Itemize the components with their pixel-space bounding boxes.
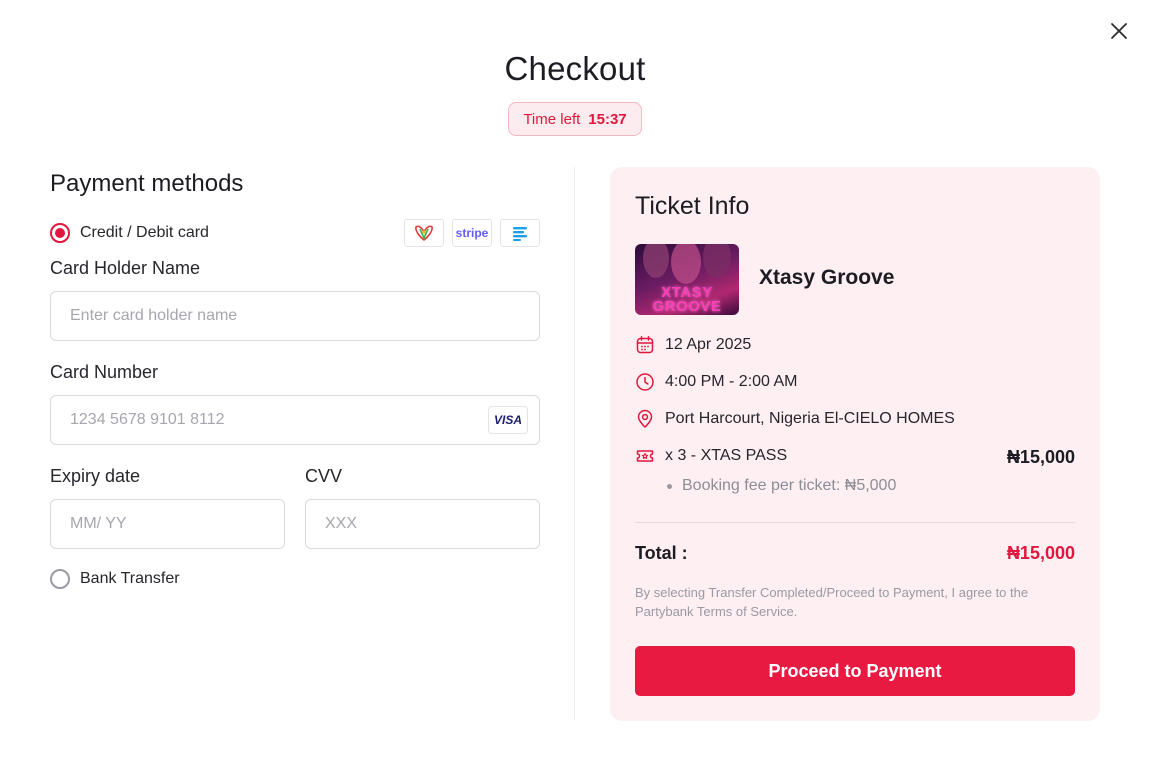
card-number-field[interactable]: VISA (50, 395, 540, 445)
ticket-price: ₦15,000 (1006, 447, 1075, 467)
total-divider (635, 522, 1075, 523)
time-left-label: Time left (523, 110, 581, 128)
paystack-logo (404, 219, 444, 247)
card-number-label: Card Number (50, 362, 159, 382)
stripe-logo: stripe (452, 219, 492, 247)
time-left-badge: Time left 15:37 (508, 102, 642, 136)
location-pin-icon (635, 409, 655, 429)
payment-methods-panel: Payment methods Credit / Debit card stri… (50, 167, 540, 589)
ticket-info-card: Ticket Info XTASY GROOVE Xtasy Groove 12… (610, 167, 1100, 721)
event-location-row: Port Harcourt, Nigeria El-CIELO HOMES (635, 407, 955, 431)
card-holder-field[interactable] (50, 291, 540, 341)
column-divider (574, 167, 575, 720)
card-number-input[interactable] (70, 411, 520, 429)
time-left-value: 15:37 (588, 110, 627, 128)
cvv-field[interactable] (305, 499, 540, 549)
event-date: 12 Apr 2025 (665, 336, 752, 353)
bank-transfer-label: Bank Transfer (80, 570, 180, 587)
ticket-info-title: Ticket Info (635, 192, 750, 220)
card-holder-input[interactable] (70, 307, 520, 325)
close-icon (1111, 23, 1127, 39)
cvv-input[interactable] (325, 515, 520, 533)
cvv-label: CVV (305, 466, 343, 486)
total-value: ₦15,000 (1006, 543, 1075, 563)
clock-icon (635, 372, 655, 392)
close-button[interactable] (1107, 19, 1131, 43)
event-time-row: 4:00 PM - 2:00 AM (635, 370, 798, 394)
page-title: Checkout (504, 50, 646, 87)
card-method-label: Credit / Debit card (80, 224, 209, 241)
ticket-line: x 3 - XTAS PASS (665, 447, 788, 464)
payment-method-card[interactable]: Credit / Debit card stripe (50, 218, 540, 248)
expiry-input[interactable] (70, 515, 265, 533)
stripe-logo-text: stripe (455, 226, 489, 240)
visa-icon: VISA (488, 406, 528, 434)
payment-method-bank-transfer[interactable]: Bank Transfer (50, 564, 540, 594)
payment-methods-title: Payment methods (50, 170, 244, 197)
bullet-icon (667, 483, 672, 489)
terms-text: By selecting Transfer Completed/Proceed … (635, 585, 1029, 619)
event-location: Port Harcourt, Nigeria El-CIELO HOMES (665, 410, 955, 427)
event-date-row: 12 Apr 2025 (635, 333, 751, 357)
booking-fee-text: Booking fee per ticket: ₦5,000 (682, 477, 897, 494)
ticket-line-row: x 3 - XTAS PASS (635, 444, 787, 468)
ticket-icon (635, 446, 655, 466)
event-name: Xtasy Groove (759, 266, 895, 289)
card-radio[interactable] (50, 223, 70, 243)
expiry-field[interactable] (50, 499, 285, 549)
booking-fee-item: Booking fee per ticket: ₦5,000 (667, 477, 896, 495)
expiry-label: Expiry date (50, 466, 141, 486)
calendar-icon (635, 335, 655, 355)
payment-provider-logos: stripe (404, 219, 540, 247)
flutterwave-logo (500, 219, 540, 247)
proceed-to-payment-button[interactable]: Proceed to Payment (635, 646, 1075, 696)
bank-transfer-radio[interactable] (50, 569, 70, 589)
total-label: Total : (635, 543, 688, 563)
event-time: 4:00 PM - 2:00 AM (665, 373, 798, 390)
event-image-text-2: GROOVE (652, 298, 722, 315)
event-image: XTASY GROOVE (635, 244, 739, 315)
card-holder-label: Card Holder Name (50, 258, 201, 278)
